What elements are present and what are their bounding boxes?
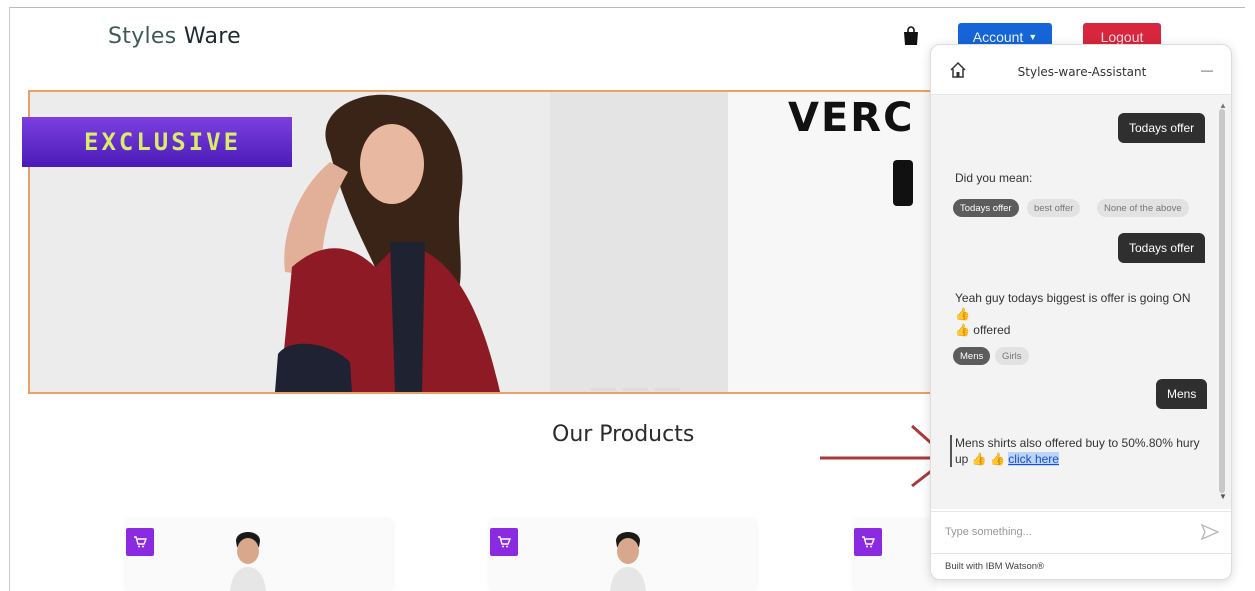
bot-message-line: Yeah guy todays biggest is offer is goin…: [955, 291, 1191, 305]
left-border: [9, 7, 10, 591]
shopping-bag-icon[interactable]: [902, 26, 920, 46]
cart-icon: [134, 536, 147, 548]
bot-message-line: offered: [973, 323, 1011, 337]
carousel-dot[interactable]: [654, 388, 680, 391]
bot-message-line: up: [955, 452, 969, 466]
add-to-cart-button[interactable]: [854, 528, 882, 556]
products-section-title: Our Products: [552, 422, 695, 447]
product-image[interactable]: [226, 527, 270, 591]
scroll-down-icon[interactable]: ▼: [1219, 492, 1227, 501]
bot-message: Did you mean:: [955, 171, 1033, 185]
suggestion-chip[interactable]: Mens: [953, 347, 991, 365]
cart-icon: [498, 536, 511, 548]
exclusive-badge: EXCLUSIVE: [22, 117, 292, 167]
chat-scrollbar[interactable]: ▲ ▼: [1217, 101, 1227, 501]
user-message: Todays offer: [1118, 113, 1206, 143]
cart-icon: [862, 536, 875, 548]
add-to-cart-button[interactable]: [490, 528, 518, 556]
hero-headline: VERC: [788, 95, 915, 141]
carousel-dot[interactable]: [590, 388, 616, 391]
chat-header: Styles-ware-Assistant —: [931, 45, 1231, 95]
hero-cta-fragment: [893, 160, 913, 206]
brand-part2: Ware: [183, 24, 241, 49]
account-label: Account: [972, 29, 1024, 45]
chat-message-list[interactable]: Todays offer Did you mean: Todays offer …: [931, 95, 1231, 545]
carousel-indicators[interactable]: [590, 388, 680, 391]
send-icon[interactable]: [1201, 524, 1219, 540]
add-to-cart-button[interactable]: [126, 528, 154, 556]
caret-down-icon: ▼: [1028, 32, 1038, 42]
bot-message: Yeah guy todays biggest is offer is goin…: [955, 290, 1205, 338]
chat-input-bar: [931, 511, 1231, 551]
product-image[interactable]: [606, 527, 650, 591]
chat-title: Styles-ware-Assistant: [1017, 65, 1147, 79]
chat-assistant-panel[interactable]: Styles-ware-Assistant — Todays offer Did…: [930, 44, 1232, 580]
suggestion-chip[interactable]: Girls: [995, 347, 1029, 365]
thumbs-up-icon: 👍: [955, 307, 970, 321]
built-with-watson: Built with IBM Watson®: [945, 561, 1045, 572]
chat-message-input[interactable]: [945, 522, 1185, 542]
thumbs-up-icon: 👍: [955, 323, 970, 337]
brand-logo[interactable]: Styles Ware: [108, 24, 241, 49]
minimize-icon[interactable]: —: [1201, 63, 1217, 77]
suggestion-chip[interactable]: Todays offer: [953, 199, 1019, 217]
chat-footer: Built with IBM Watson®: [931, 553, 1231, 579]
thumbs-up-icon: 👍: [971, 452, 987, 466]
user-message: Todays offer: [1118, 233, 1206, 263]
suggestion-chip[interactable]: best offer: [1027, 199, 1081, 217]
scrollbar-thumb[interactable]: [1219, 109, 1225, 493]
suggestion-chip[interactable]: None of the above: [1097, 199, 1189, 217]
thumbs-up-icon: 👍: [990, 452, 1005, 466]
bot-message: Mens shirts also offered buy to 50%.80% …: [950, 435, 1202, 467]
click-here-link[interactable]: click here: [1008, 452, 1059, 466]
bot-message-line: Mens shirts also offered buy to 50%.80% …: [955, 436, 1200, 450]
brand-part1: Styles: [108, 24, 177, 49]
user-message: Mens: [1156, 379, 1208, 409]
carousel-dot[interactable]: [622, 388, 648, 391]
